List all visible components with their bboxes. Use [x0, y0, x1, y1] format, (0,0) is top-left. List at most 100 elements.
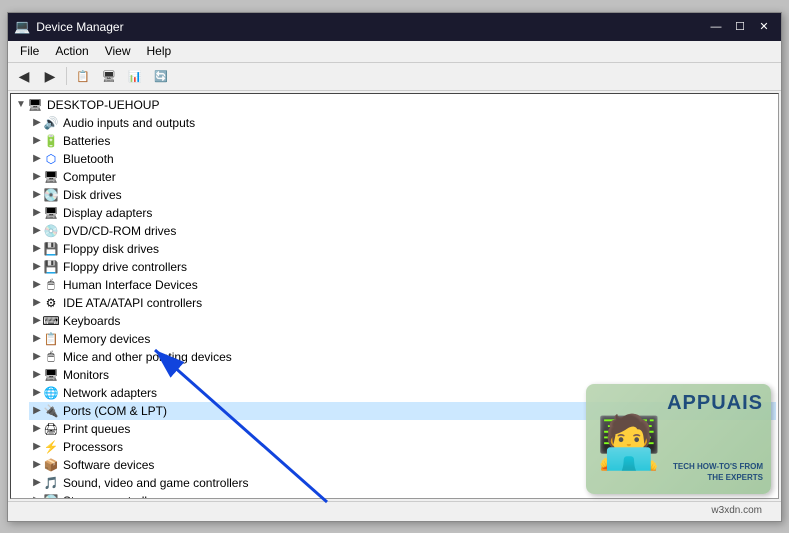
minimize-button[interactable]: — [705, 18, 727, 36]
forward-button[interactable]: ▶ [38, 65, 62, 87]
item-label: Monitors [63, 368, 109, 382]
expand-icon[interactable]: ▶ [31, 117, 43, 128]
monitors-icon: 🖥 [43, 367, 59, 383]
list-item[interactable]: ▶ 🖨 Print queues [29, 420, 776, 438]
list-item[interactable]: ▶ 📋 Memory devices [29, 330, 776, 348]
item-label: Batteries [63, 134, 110, 148]
list-item[interactable]: ▶ 🔋 Batteries [29, 132, 776, 150]
root-label: DESKTOP-UEHOUP [47, 98, 159, 112]
list-item[interactable]: ▶ 🖥 Monitors [29, 366, 776, 384]
bluetooth-icon: ⬡ [43, 151, 59, 167]
dvd-icon: 💿 [43, 223, 59, 239]
content-area: ▼ 🖥 DESKTOP-UEHOUP ▶ 🔊 Audio inputs and … [8, 91, 781, 501]
expand-icon[interactable]: ▶ [31, 189, 43, 200]
back-button[interactable]: ◀ [12, 65, 36, 87]
expand-icon[interactable]: ▶ [31, 387, 43, 398]
expand-icon[interactable]: ▶ [31, 225, 43, 236]
tree-children: ▶ 🔊 Audio inputs and outputs ▶ 🔋 Batteri… [29, 114, 776, 499]
window-icon: 💻 [14, 19, 30, 35]
expand-icon[interactable]: ▶ [31, 243, 43, 254]
computer-icon: 🖥 [43, 169, 59, 185]
menu-help[interactable]: Help [139, 42, 180, 60]
expand-icon[interactable]: ▶ [31, 423, 43, 434]
properties-button[interactable]: 📋 [71, 65, 95, 87]
expand-icon[interactable]: ▶ [31, 495, 43, 499]
item-label: Storage controllers [63, 494, 164, 499]
processor-icon: ⚡ [43, 439, 59, 455]
menu-bar: File Action View Help [8, 41, 781, 63]
tree-root[interactable]: ▼ 🖥 DESKTOP-UEHOUP [13, 96, 776, 114]
list-item[interactable]: ▶ 🌐 Network adapters [29, 384, 776, 402]
disk-icon: 💽 [43, 187, 59, 203]
item-label: Memory devices [63, 332, 150, 346]
watermark-site: w3xdn.com [711, 505, 762, 516]
sound-icon: 🎵 [43, 475, 59, 491]
expand-icon[interactable]: ▶ [31, 405, 43, 416]
item-label: Mice and other pointing devices [63, 350, 232, 364]
item-label: Computer [63, 170, 116, 184]
expand-icon[interactable]: ▶ [31, 135, 43, 146]
expand-icon[interactable]: ▶ [31, 351, 43, 362]
device-tree[interactable]: ▼ 🖥 DESKTOP-UEHOUP ▶ 🔊 Audio inputs and … [10, 93, 779, 499]
menu-view[interactable]: View [97, 42, 139, 60]
list-item[interactable]: ▶ 🎵 Sound, video and game controllers [29, 474, 776, 492]
list-item[interactable]: ▶ 💽 Disk drives [29, 186, 776, 204]
expand-icon[interactable]: ▶ [31, 459, 43, 470]
list-item[interactable]: ▶ 💽 Storage controllers [29, 492, 776, 499]
expand-icon[interactable]: ▶ [31, 315, 43, 326]
list-item[interactable]: ▶ 💾 Floppy drive controllers [29, 258, 776, 276]
item-label: Ports (COM & LPT) [63, 404, 167, 418]
menu-file[interactable]: File [12, 42, 47, 60]
title-bar-left: 💻 Device Manager [14, 19, 124, 35]
item-label: DVD/CD-ROM drives [63, 224, 176, 238]
item-label: Human Interface Devices [63, 278, 198, 292]
toolbar-separator-1 [66, 67, 67, 85]
expand-icon[interactable]: ▶ [31, 207, 43, 218]
list-item[interactable]: ▶ 🖥 Display adapters [29, 204, 776, 222]
list-item[interactable]: ▶ 🔊 Audio inputs and outputs [29, 114, 776, 132]
scan-button[interactable]: 🔄 [149, 65, 173, 87]
item-label: Print queues [63, 422, 130, 436]
expand-icon[interactable]: ▶ [31, 369, 43, 380]
expand-icon[interactable]: ▶ [31, 153, 43, 164]
list-item[interactable]: ▶ 🖱 Human Interface Devices [29, 276, 776, 294]
root-expand-icon[interactable]: ▼ [15, 99, 27, 110]
item-label: Sound, video and game controllers [63, 476, 248, 490]
list-item[interactable]: ▶ 📦 Software devices [29, 456, 776, 474]
expand-icon[interactable]: ▶ [31, 297, 43, 308]
memory-icon: 📋 [43, 331, 59, 347]
item-label: Floppy drive controllers [63, 260, 187, 274]
mice-icon: 🖱 [43, 349, 59, 365]
storage-icon: 💽 [43, 493, 59, 499]
list-item[interactable]: ▶ ⬡ Bluetooth [29, 150, 776, 168]
battery-icon: 🔋 [43, 133, 59, 149]
list-item[interactable]: ▶ 💾 Floppy disk drives [29, 240, 776, 258]
item-label: Software devices [63, 458, 154, 472]
menu-action[interactable]: Action [47, 42, 96, 60]
device-manager-window: 💻 Device Manager — ☐ ✕ File Action View … [7, 12, 782, 522]
item-label: Processors [63, 440, 123, 454]
list-item[interactable]: ▶ 🖱 Mice and other pointing devices [29, 348, 776, 366]
expand-icon[interactable]: ▶ [31, 261, 43, 272]
toolbar: ◀ ▶ 📋 🖥 📊 🔄 [8, 63, 781, 91]
item-label: Bluetooth [63, 152, 114, 166]
list-item[interactable]: ▶ ⚙ IDE ATA/ATAPI controllers [29, 294, 776, 312]
list-item[interactable]: ▶ ⌨ Keyboards [29, 312, 776, 330]
display-icon: 🖥 [43, 205, 59, 221]
expand-icon[interactable]: ▶ [31, 477, 43, 488]
list-item[interactable]: ▶ 💿 DVD/CD-ROM drives [29, 222, 776, 240]
list-item[interactable]: ▶ 🖥 Computer [29, 168, 776, 186]
list-item[interactable]: ▶ 🔌 Ports (COM & LPT) [29, 402, 776, 420]
list-item[interactable]: ▶ ⚡ Processors [29, 438, 776, 456]
keyboard-icon: ⌨ [43, 313, 59, 329]
expand-icon[interactable]: ▶ [31, 441, 43, 452]
title-bar: 💻 Device Manager — ☐ ✕ [8, 13, 781, 41]
status-bar [8, 501, 781, 521]
show-button[interactable]: 📊 [123, 65, 147, 87]
expand-icon[interactable]: ▶ [31, 279, 43, 290]
expand-icon[interactable]: ▶ [31, 171, 43, 182]
computer-button[interactable]: 🖥 [97, 65, 121, 87]
close-button[interactable]: ✕ [753, 18, 775, 36]
maximize-button[interactable]: ☐ [729, 18, 751, 36]
expand-icon[interactable]: ▶ [31, 333, 43, 344]
